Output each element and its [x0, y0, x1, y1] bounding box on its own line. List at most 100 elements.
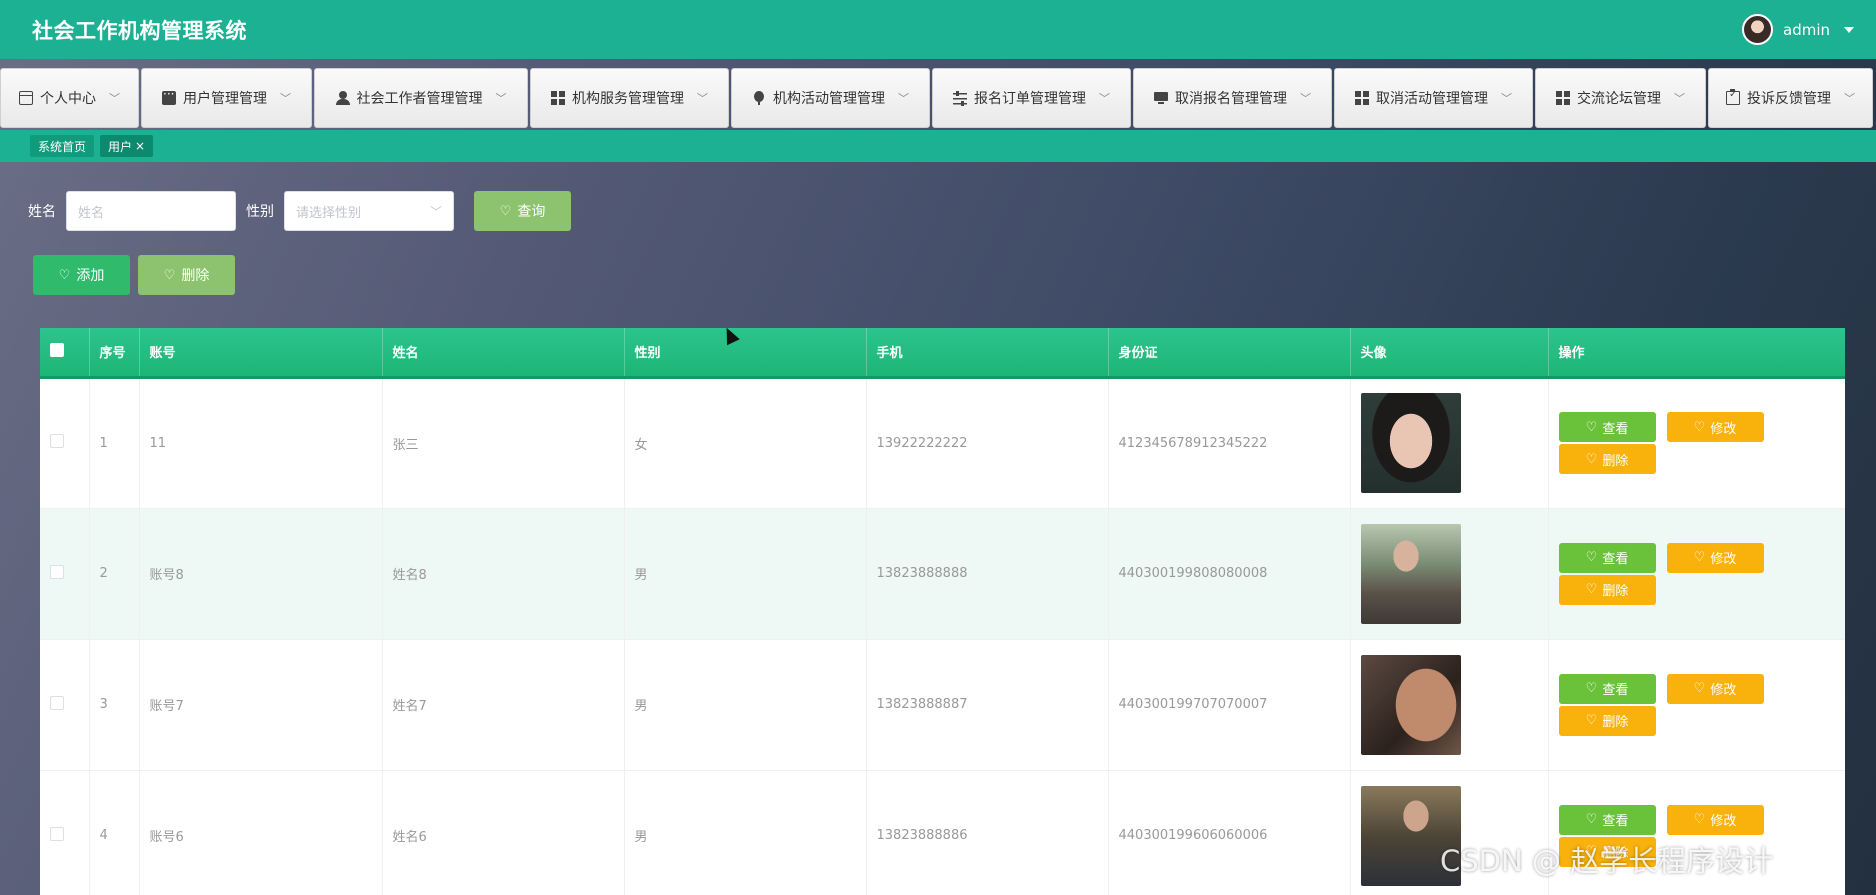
- chevron-down-icon: ﹀: [1300, 92, 1311, 105]
- col-name: 姓名: [382, 328, 625, 379]
- main-menu: 个人中心 ﹀ 用户管理管理 ﹀ 社会工作者管理管理 ﹀ 机构服务管理管理 ﹀ 机…: [0, 68, 1876, 128]
- cell-account: 账号7: [139, 639, 383, 771]
- heart-icon: ♡: [58, 267, 71, 283]
- cell-id-card: 412345678912345222: [1108, 377, 1351, 509]
- col-operations: 操作: [1548, 328, 1845, 379]
- view-label: 查看: [1602, 552, 1629, 567]
- menu-item-cancel-signup-management[interactable]: 取消报名管理管理 ﹀: [1133, 68, 1332, 128]
- heart-icon: ♡: [1585, 681, 1598, 696]
- col-id-card: 身份证: [1108, 328, 1351, 379]
- menu-item-user-management[interactable]: 用户管理管理 ﹀: [141, 68, 312, 128]
- heart-icon: ♡: [1693, 550, 1706, 565]
- user-table: 序号 账号 姓名 性别 手机 身份证 头像 操作 1 11 张三 女 13922…: [40, 328, 1845, 895]
- name-input[interactable]: 姓名: [66, 191, 236, 231]
- menu-item-label: 取消活动管理管理: [1376, 91, 1488, 107]
- heart-icon: ♡: [1693, 681, 1706, 696]
- username[interactable]: admin: [1783, 21, 1830, 39]
- menu-item-signup-order-management[interactable]: 报名订单管理管理 ﹀: [932, 68, 1131, 128]
- cell-id-card: 440300199808080008: [1108, 508, 1351, 640]
- menu-item-cancel-activity-management[interactable]: 取消活动管理管理 ﹀: [1334, 68, 1533, 128]
- delete-label: 删除: [1602, 453, 1629, 469]
- heart-icon: ♡: [1585, 812, 1598, 827]
- view-button[interactable]: ♡ 查看: [1558, 412, 1656, 442]
- user-avatar-photo: [1360, 523, 1461, 624]
- table-row: 3 账号7 姓名7 男 13823888887 4403001997070700…: [40, 639, 1845, 771]
- menu-item-label: 个人中心: [40, 91, 96, 107]
- sliders-icon: [953, 91, 967, 106]
- user-avatar[interactable]: [1742, 14, 1773, 45]
- edit-label: 修改: [1710, 683, 1737, 698]
- row-checkbox[interactable]: [50, 695, 64, 710]
- user-menu[interactable]: admin: [1742, 14, 1854, 45]
- view-label: 查看: [1602, 814, 1629, 829]
- close-icon[interactable]: ×: [135, 139, 145, 153]
- caret-down-icon[interactable]: [1844, 26, 1854, 33]
- edit-label: 修改: [1710, 421, 1737, 437]
- row-checkbox[interactable]: [50, 564, 64, 579]
- cell-index: 2: [89, 508, 140, 640]
- menu-item-label: 投诉反馈管理: [1747, 91, 1831, 107]
- col-account: 账号: [139, 328, 383, 379]
- select-all-cell[interactable]: [40, 328, 90, 379]
- chevron-down-icon: ﹀: [495, 92, 507, 105]
- cell-gender: 男: [624, 508, 867, 640]
- balloon-icon: [752, 91, 766, 105]
- menu-item-complaint-feedback-management[interactable]: 投诉反馈管理 ﹀: [1708, 68, 1873, 128]
- row-checkbox[interactable]: [50, 826, 64, 841]
- tag-home[interactable]: 系统首页: [30, 135, 95, 157]
- row-operations: ♡ 查看 ♡ 修改 ♡ 删除: [1558, 412, 1845, 474]
- menu-item-social-worker-management[interactable]: 社会工作者管理管理 ﹀: [314, 68, 528, 128]
- chevron-down-icon: ﹀: [429, 204, 442, 219]
- delete-button[interactable]: ♡ 删除: [1558, 574, 1656, 605]
- card-icon: [19, 91, 33, 105]
- menu-item-label: 取消报名管理管理: [1175, 91, 1287, 107]
- cell-name: 姓名8: [382, 508, 625, 640]
- table-row: 1 11 张三 女 13922222222 412345678912345222…: [40, 377, 1845, 509]
- cell-index: 1: [89, 377, 140, 509]
- heart-icon: ♡: [1585, 550, 1598, 565]
- watermark: CSDN @ 赵学长程序设计: [1440, 844, 1774, 878]
- cell-name: 姓名6: [382, 770, 625, 895]
- col-index: 序号: [89, 328, 140, 379]
- edit-button[interactable]: ♡ 修改: [1666, 673, 1764, 704]
- row-operations: ♡ 查看 ♡ 修改 ♡ 删除: [1558, 673, 1845, 736]
- menu-item-org-service-management[interactable]: 机构服务管理管理 ﹀: [530, 68, 729, 128]
- edit-button[interactable]: ♡ 修改: [1666, 542, 1764, 573]
- monitor-icon: [1154, 91, 1168, 105]
- chevron-down-icon: ﹀: [109, 92, 120, 105]
- view-button[interactable]: ♡ 查看: [1558, 542, 1656, 573]
- view-label: 查看: [1602, 421, 1629, 437]
- edit-button[interactable]: ♡ 修改: [1666, 804, 1764, 835]
- view-button[interactable]: ♡ 查看: [1558, 804, 1656, 835]
- action-buttons: ♡ 添加 ♡ 删除: [33, 255, 235, 295]
- edit-button[interactable]: ♡ 修改: [1666, 412, 1764, 442]
- menu-item-label: 机构活动管理管理: [773, 91, 885, 107]
- query-button[interactable]: ♡ 查询: [474, 191, 571, 231]
- edit-label: 修改: [1710, 552, 1737, 567]
- cell-index: 4: [89, 770, 140, 895]
- menu-item-org-activity-management[interactable]: 机构活动管理管理 ﹀: [731, 68, 930, 128]
- grid-icon: [551, 91, 565, 105]
- cell-gender: 男: [624, 639, 867, 771]
- chat-icon: [162, 87, 176, 105]
- chevron-down-icon: ﹀: [280, 92, 291, 105]
- view-button[interactable]: ♡ 查看: [1558, 673, 1656, 704]
- delete-button[interactable]: ♡ 删除: [1558, 705, 1656, 736]
- select-all-checkbox[interactable]: [50, 342, 64, 357]
- menu-item-forum-management[interactable]: 交流论坛管理 ﹀: [1535, 68, 1706, 128]
- name-label: 姓名: [28, 204, 56, 220]
- heart-icon: ♡: [1585, 582, 1598, 597]
- row-checkbox[interactable]: [50, 434, 64, 448]
- chevron-down-icon: ﹀: [1674, 92, 1685, 105]
- cell-name: 姓名7: [382, 639, 625, 771]
- cell-phone: 13823888888: [866, 508, 1109, 640]
- user-icon: [335, 91, 350, 105]
- batch-delete-button[interactable]: ♡ 删除: [138, 255, 235, 295]
- grid-icon: [1355, 91, 1369, 105]
- add-button[interactable]: ♡ 添加: [33, 255, 130, 295]
- tag-user-label: 用户: [108, 139, 133, 154]
- menu-item-personal-center[interactable]: 个人中心 ﹀: [0, 68, 139, 128]
- gender-select[interactable]: 请选择性别 ﹀: [284, 191, 454, 231]
- tag-user[interactable]: 用户 ×: [100, 135, 154, 157]
- delete-button[interactable]: ♡ 删除: [1558, 444, 1656, 474]
